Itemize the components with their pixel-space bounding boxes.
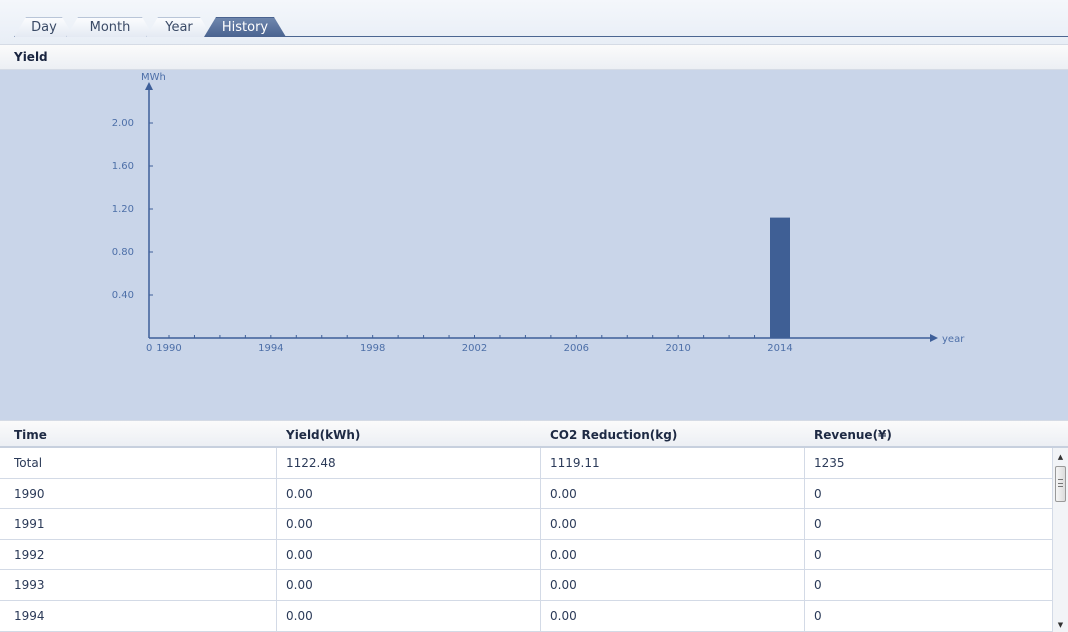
column-divider — [804, 570, 805, 600]
yield-section-header: Yield — [0, 44, 1068, 70]
table-row[interactable]: 1991 0.00 0.00 0 — [0, 509, 1052, 540]
cell-co2: 0.00 — [550, 517, 577, 532]
tab-day[interactable]: Day — [14, 17, 74, 37]
column-divider — [276, 539, 277, 570]
column-divider — [540, 478, 541, 509]
cell-time: 1992 — [14, 547, 45, 562]
column-divider — [276, 448, 277, 478]
table-body: Total 1122.48 1119.11 1235 1990 0.00 0.0… — [0, 448, 1052, 632]
cell-revenue: 1235 — [814, 456, 845, 470]
x-tick-label: 2014 — [767, 343, 792, 354]
column-divider — [540, 448, 541, 478]
cell-co2: 0.00 — [550, 608, 577, 623]
cell-co2: 0.00 — [550, 486, 577, 501]
table-row[interactable]: 1990 0.00 0.00 0 — [0, 478, 1052, 510]
column-divider — [804, 539, 805, 570]
column-header-co2[interactable]: CO2 Reduction(kg) — [550, 421, 677, 446]
triangle-down-icon[interactable]: ▼ — [1053, 618, 1068, 632]
x-tick-label: 1990 — [156, 343, 181, 354]
cell-yield: 0.00 — [286, 486, 313, 501]
column-divider — [804, 448, 805, 478]
column-header-revenue[interactable]: Revenue(¥) — [814, 421, 892, 446]
cell-co2: 1119.11 — [550, 456, 600, 470]
table-scrollbar[interactable]: ▲ ▼ — [1052, 448, 1068, 632]
cell-co2: 0.00 — [550, 547, 577, 562]
column-divider — [276, 600, 277, 631]
cell-time: 1991 — [14, 517, 45, 532]
x-axis-arrow-icon — [930, 334, 938, 342]
cell-time: Total — [14, 456, 43, 470]
y-tick-label: 0.40 — [112, 290, 134, 301]
tab-year[interactable]: Year — [146, 17, 212, 37]
column-divider — [804, 600, 805, 631]
cell-revenue: 0 — [814, 486, 822, 501]
x-axis-label: year — [942, 334, 965, 345]
x-tick-label: 2010 — [665, 343, 690, 354]
y-axis-arrow-icon — [145, 82, 153, 90]
table-row[interactable]: 1992 0.00 0.00 0 — [0, 539, 1052, 571]
column-divider — [804, 478, 805, 509]
cell-yield: 0.00 — [286, 578, 313, 593]
table-header: Time Yield(kWh) CO2 Reduction(kg) Revenu… — [0, 420, 1068, 448]
x-tick-label: 2006 — [564, 343, 589, 354]
cell-time: 1994 — [14, 608, 45, 623]
column-divider — [540, 539, 541, 570]
yield-chart-svg: MWh year 0 0.40 0.80 1.20 1.60 2.00 1990 1994 1998… — [112, 72, 965, 354]
column-header-time[interactable]: Time — [14, 421, 47, 446]
x-tick-label: 1994 — [258, 343, 283, 354]
bar — [770, 217, 790, 338]
column-divider — [276, 570, 277, 600]
column-divider — [276, 478, 277, 509]
yield-chart: MWh year 0 0.40 0.80 1.20 1.60 2.00 1990 1994 1998… — [0, 70, 1068, 420]
column-divider — [804, 509, 805, 539]
column-divider — [540, 600, 541, 631]
cell-yield: 0.00 — [286, 608, 313, 623]
cell-time: 1990 — [14, 486, 45, 501]
origin-label: 0 — [146, 343, 152, 354]
tab-month[interactable]: Month — [66, 17, 154, 37]
cell-yield: 1122.48 — [286, 456, 336, 470]
column-divider — [276, 509, 277, 539]
y-axis-label: MWh — [141, 72, 166, 83]
grip-icon — [1058, 479, 1063, 487]
x-tick-label: 1998 — [360, 343, 385, 354]
column-divider — [540, 509, 541, 539]
column-header-yield[interactable]: Yield(kWh) — [286, 421, 360, 446]
cell-co2: 0.00 — [550, 578, 577, 593]
table-row[interactable]: Total 1122.48 1119.11 1235 — [0, 448, 1052, 479]
triangle-up-icon[interactable]: ▲ — [1053, 450, 1068, 464]
y-tick-label: 1.60 — [112, 161, 134, 172]
cell-revenue: 0 — [814, 578, 822, 593]
x-tick-label: 2002 — [462, 343, 487, 354]
cell-time: 1993 — [14, 578, 45, 593]
tab-bar: Day Month Year History — [0, 0, 1068, 44]
cell-revenue: 0 — [814, 547, 822, 562]
cell-yield: 0.00 — [286, 547, 313, 562]
column-divider — [540, 570, 541, 600]
scrollbar-thumb[interactable] — [1055, 466, 1066, 502]
table-row[interactable]: 1994 0.00 0.00 0 — [0, 600, 1052, 632]
yield-section-title: Yield — [14, 50, 48, 64]
cell-yield: 0.00 — [286, 517, 313, 532]
table-row[interactable]: 1993 0.00 0.00 0 — [0, 570, 1052, 601]
cell-revenue: 0 — [814, 608, 822, 623]
y-tick-label: 1.20 — [112, 204, 134, 215]
y-tick-label: 0.80 — [112, 247, 134, 258]
cell-revenue: 0 — [814, 517, 822, 532]
tab-history[interactable]: History — [204, 17, 286, 37]
y-tick-label: 2.00 — [112, 118, 134, 129]
